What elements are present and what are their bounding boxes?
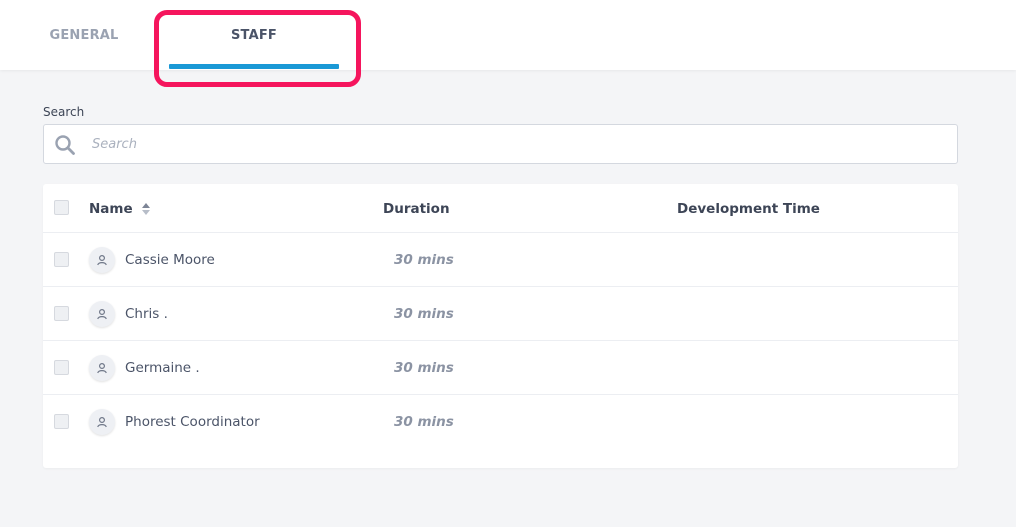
column-header-duration: Duration bbox=[383, 200, 450, 217]
table-header-row: Name Duration Development Time bbox=[43, 184, 958, 233]
row-checkbox[interactable] bbox=[54, 360, 69, 375]
sort-icon[interactable] bbox=[141, 201, 151, 217]
table-row: Cassie Moore 30 mins bbox=[43, 233, 958, 287]
avatar bbox=[89, 301, 115, 327]
staff-duration: 30 mins bbox=[394, 360, 454, 376]
avatar bbox=[89, 409, 115, 435]
staff-name: Phorest Coordinator bbox=[125, 414, 260, 430]
avatar bbox=[89, 247, 115, 273]
table-row: Germaine . 30 mins bbox=[43, 341, 958, 395]
staff-duration: 30 mins bbox=[394, 252, 454, 268]
search-box bbox=[43, 124, 958, 164]
staff-duration: 30 mins bbox=[394, 414, 454, 430]
column-header-name[interactable]: Name bbox=[89, 184, 151, 233]
tab-general[interactable]: GENERAL bbox=[28, 0, 140, 70]
row-checkbox[interactable] bbox=[54, 252, 69, 267]
user-icon bbox=[97, 308, 107, 320]
staff-name: Germaine . bbox=[125, 360, 200, 376]
search-input[interactable] bbox=[92, 125, 942, 163]
select-all-checkbox[interactable] bbox=[54, 200, 69, 215]
staff-name: Cassie Moore bbox=[125, 252, 215, 268]
search-icon bbox=[55, 135, 75, 155]
staff-table: Name Duration Development Time Cassie Mo… bbox=[43, 184, 958, 468]
table-row: Phorest Coordinator 30 mins bbox=[43, 395, 958, 449]
search-label: Search bbox=[43, 105, 85, 119]
user-icon bbox=[97, 362, 107, 374]
staff-name: Chris . bbox=[125, 306, 168, 322]
avatar bbox=[89, 355, 115, 381]
column-header-development-time: Development Time bbox=[677, 200, 820, 217]
tab-staff[interactable]: STAFF bbox=[169, 0, 339, 70]
tab-bar: GENERAL STAFF bbox=[0, 0, 1016, 70]
active-tab-indicator bbox=[169, 64, 339, 69]
column-header-name-label: Name bbox=[89, 200, 133, 217]
table-row: Chris . 30 mins bbox=[43, 287, 958, 341]
row-checkbox[interactable] bbox=[54, 306, 69, 321]
user-icon bbox=[97, 416, 107, 428]
staff-duration: 30 mins bbox=[394, 306, 454, 322]
row-checkbox[interactable] bbox=[54, 414, 69, 429]
user-icon bbox=[97, 254, 107, 266]
